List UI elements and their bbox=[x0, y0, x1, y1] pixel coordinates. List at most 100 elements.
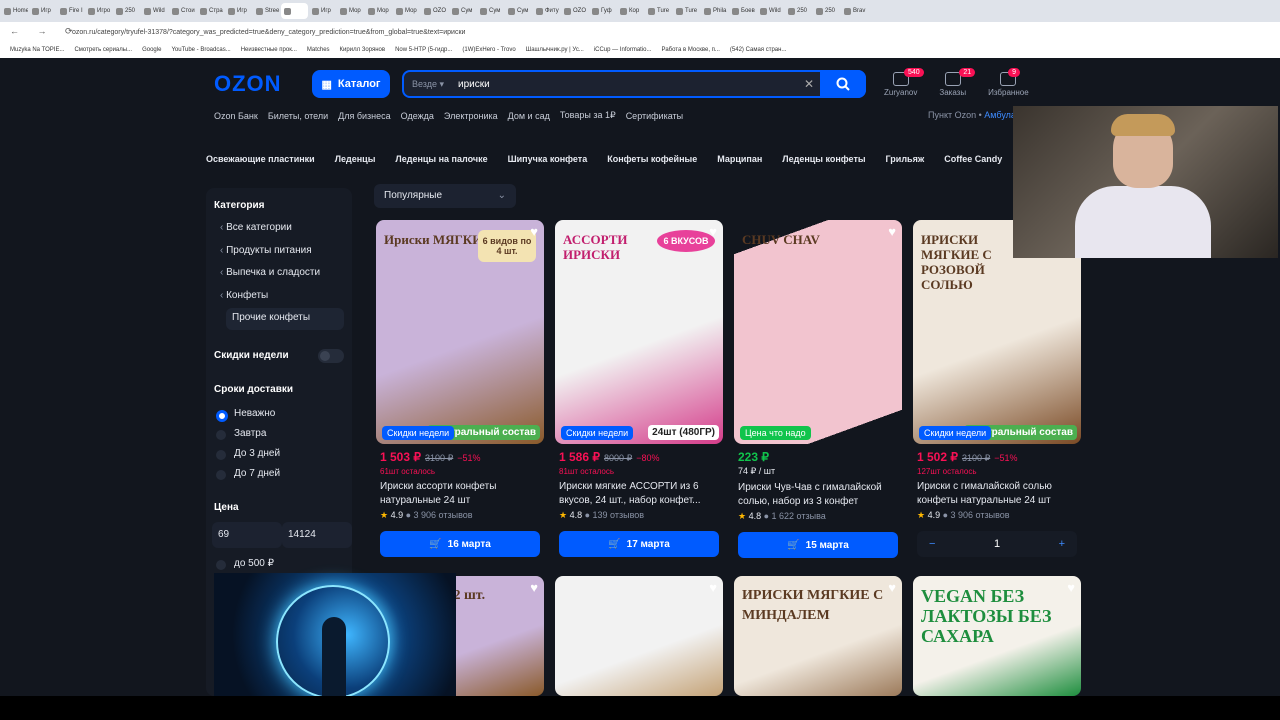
search-scope-dropdown[interactable]: Везде ▾ bbox=[412, 79, 444, 90]
browser-tab[interactable]: Ture bbox=[673, 3, 700, 19]
sidebar-category-item[interactable]: Прочие конфеты bbox=[232, 312, 310, 323]
browser-tab[interactable]: Phila bbox=[701, 3, 728, 19]
add-to-cart-button[interactable]: 🛒 16 марта bbox=[380, 531, 540, 557]
product-title[interactable]: Ириски с гималайской солью конфеты натур… bbox=[913, 480, 1081, 508]
header-profile-button[interactable]: Zuryanov 540 bbox=[884, 68, 924, 97]
browser-tab[interactable]: OZO bbox=[421, 3, 448, 19]
product-card[interactable]: АССОРТИ ИРИСКИ 6 ВКУСОВ 24шт (480ГР) Скидки… bbox=[555, 220, 723, 557]
price-option-radio[interactable] bbox=[216, 560, 226, 570]
bookmark-item[interactable]: iCCup — Informatio... bbox=[594, 47, 652, 53]
product-card[interactable]: ИРИСКИ МЯГКИЕ С МИНДАЛЕМ ♥ bbox=[734, 576, 902, 696]
sidebar-category-item[interactable]: ‹ Продукты питания bbox=[220, 245, 312, 256]
bookmark-item[interactable]: (542) Самая стран... bbox=[730, 47, 787, 53]
browser-tab[interactable]: Мор bbox=[337, 3, 364, 19]
browser-tab[interactable]: Игро bbox=[85, 3, 112, 19]
browser-tab[interactable]: OZO bbox=[561, 3, 588, 19]
subnav-item[interactable]: Билеты, отели bbox=[268, 111, 328, 121]
sidebar-category-item[interactable]: ‹ Конфеты bbox=[220, 290, 268, 301]
subnav-item[interactable]: Ozon Банк bbox=[214, 111, 258, 121]
price-to-input[interactable]: 14124 bbox=[282, 522, 352, 548]
subnav-item[interactable]: Дом и сад bbox=[508, 111, 550, 121]
bookmark-item[interactable]: Now 5-HTP (5-гидр... bbox=[395, 47, 452, 53]
browser-tab[interactable]: Сум bbox=[477, 3, 504, 19]
subnav-item[interactable]: Электроника bbox=[444, 111, 498, 121]
bookmark-item[interactable]: YouTube - Broadcas... bbox=[171, 47, 230, 53]
bookmark-item[interactable]: Muzyka Na TOPIE... bbox=[10, 47, 64, 53]
product-image[interactable]: Ириски МЯГКИЕ 6 видов по 4 шт. Натуральный… bbox=[376, 220, 544, 444]
browser-tab[interactable]: Сум bbox=[505, 3, 532, 19]
bookmark-item[interactable]: Смотреть сериалы... bbox=[74, 47, 132, 53]
bookmark-item[interactable]: Кирилл Зорянов bbox=[340, 47, 386, 53]
browser-tab[interactable]: Home bbox=[1, 3, 28, 19]
heart-icon[interactable]: ♥ bbox=[530, 580, 538, 595]
pickup-point[interactable]: Пункт Ozon • Амбула bbox=[928, 110, 1016, 120]
clear-icon[interactable]: ✕ bbox=[804, 77, 814, 91]
header-favorites-button[interactable]: Избранное 9 bbox=[988, 68, 1029, 97]
browser-tab[interactable]: Wild bbox=[141, 3, 168, 19]
product-image[interactable]: АССОРТИ ИРИСКИ 6 ВКУСОВ 24шт (480ГР) Скидки… bbox=[555, 220, 723, 444]
browser-nav-icons[interactable]: ← → ⟳ bbox=[10, 26, 81, 37]
bookmark-item[interactable]: Неизвестные прок... bbox=[241, 47, 297, 53]
bookmark-item[interactable]: Работа в Москве, п... bbox=[662, 47, 720, 53]
add-to-cart-button[interactable]: 🛒 15 марта bbox=[738, 532, 898, 558]
product-card[interactable]: ИРИСКИ МЯГКИЕ С РОЗОВОЙ СОЛЬЮ24 шт. 660 … bbox=[913, 220, 1081, 557]
browser-tab[interactable]: Brav bbox=[841, 3, 868, 19]
browser-tab[interactable]: Стра bbox=[197, 3, 224, 19]
delivery-radio[interactable] bbox=[216, 450, 226, 460]
product-image[interactable]: CHUV CHAV Цена что надо ♥ bbox=[734, 220, 902, 444]
catalog-button[interactable]: ▦ Каталог bbox=[312, 70, 390, 98]
browser-tab[interactable]: Гуф bbox=[589, 3, 616, 19]
bookmark-item[interactable]: Google bbox=[142, 47, 161, 53]
ozon-logo[interactable]: OZON bbox=[214, 71, 282, 97]
delivery-radio[interactable] bbox=[216, 470, 226, 480]
browser-tab[interactable]: Stree bbox=[253, 3, 280, 19]
bookmark-item[interactable]: Matches bbox=[307, 47, 330, 53]
add-to-cart-button[interactable]: 🛒 17 марта bbox=[559, 531, 719, 557]
browser-tab[interactable]: Игр bbox=[309, 3, 336, 19]
product-card[interactable]: VEGAN БЕЗ ЛАКТОЗЫ БЕЗ САХАРА ♥ bbox=[913, 576, 1081, 696]
browser-tab[interactable]: 250 bbox=[785, 3, 812, 19]
browser-tab[interactable]: Сум bbox=[449, 3, 476, 19]
plus-button[interactable]: + bbox=[1047, 538, 1077, 550]
heart-icon[interactable]: ♥ bbox=[709, 224, 717, 239]
category-chip[interactable]: Конфеты кофейные bbox=[607, 154, 697, 164]
heart-icon[interactable]: ♥ bbox=[888, 224, 896, 239]
subnav-item[interactable]: Сертификаты bbox=[626, 111, 683, 121]
product-image[interactable]: ИРИСКИ МЯГКИЕ С МИНДАЛЕМ ♥ bbox=[734, 576, 902, 696]
search-input[interactable] bbox=[456, 77, 781, 91]
browser-tab[interactable]: 250 bbox=[813, 3, 840, 19]
sort-dropdown[interactable]: Популярные ⌄ bbox=[374, 184, 516, 208]
browser-tab[interactable]: Мор bbox=[365, 3, 392, 19]
heart-icon[interactable]: ♥ bbox=[888, 580, 896, 595]
subnav-item[interactable]: Товары за 1₽ bbox=[560, 110, 616, 121]
browser-tab[interactable]: Кор bbox=[617, 3, 644, 19]
search-button[interactable] bbox=[820, 70, 866, 98]
product-card[interactable]: ♥ bbox=[555, 576, 723, 696]
address-bar[interactable]: ← → ⟳ ozon.ru/category/tryufel-31378/?ca… bbox=[0, 22, 1280, 42]
browser-tab[interactable] bbox=[281, 3, 308, 19]
product-title[interactable]: Ириски мягкие АССОРТИ из 6 вкусов, 24 шт… bbox=[555, 480, 723, 508]
browser-tab[interactable]: Fire I bbox=[57, 3, 84, 19]
category-chip[interactable]: Шипучка конфета bbox=[508, 154, 588, 164]
heart-icon[interactable]: ♥ bbox=[709, 580, 717, 595]
subnav-item[interactable]: Одежда bbox=[401, 111, 434, 121]
price-from-input[interactable]: 69 bbox=[212, 522, 282, 548]
category-chip[interactable]: Леденцы на палочке bbox=[395, 154, 487, 164]
browser-tab[interactable]: Мор bbox=[393, 3, 420, 19]
header-orders-button[interactable]: Заказы 21 bbox=[939, 68, 976, 97]
weekly-discounts-toggle[interactable] bbox=[318, 349, 344, 363]
delivery-radio[interactable] bbox=[216, 430, 226, 440]
browser-tab[interactable]: 250 bbox=[113, 3, 140, 19]
category-chip[interactable]: Леденцы bbox=[335, 154, 376, 164]
product-image[interactable]: VEGAN БЕЗ ЛАКТОЗЫ БЕЗ САХАРА ♥ bbox=[913, 576, 1081, 696]
browser-tab[interactable]: Игр bbox=[225, 3, 252, 19]
browser-tab[interactable]: Wild bbox=[757, 3, 784, 19]
subnav-item[interactable]: Для бизнеса bbox=[338, 111, 391, 121]
category-chip[interactable]: Coffee Candy bbox=[944, 154, 1002, 164]
browser-tab[interactable]: Фиту bbox=[533, 3, 560, 19]
category-chip[interactable]: Грильяж bbox=[886, 154, 925, 164]
heart-icon[interactable]: ♥ bbox=[1067, 580, 1075, 595]
minus-button[interactable]: − bbox=[917, 538, 947, 550]
bookmark-item[interactable]: Шашлычник.ру | Ус... bbox=[526, 47, 584, 53]
url-text[interactable]: ozon.ru/category/tryufel-31378/?category… bbox=[72, 29, 465, 36]
